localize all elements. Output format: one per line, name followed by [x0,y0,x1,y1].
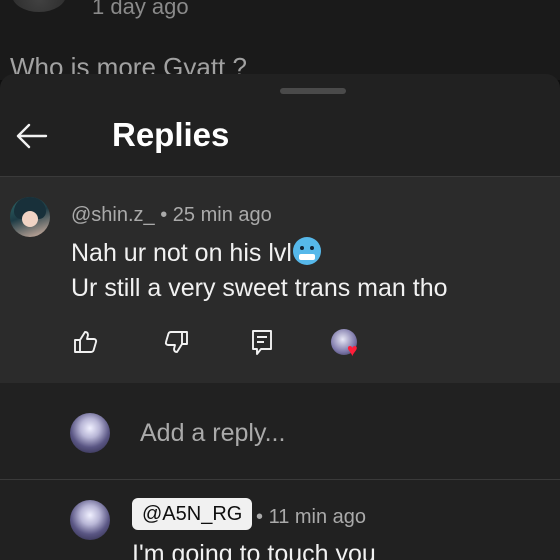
arrow-left-icon [16,123,48,149]
avatar [70,413,110,453]
reply-item: @A5N_RG • 11 min ago I'm going to touch … [0,480,560,560]
reply-comment-icon [252,330,272,355]
highlighted-comment: @shin.z_ • 25 min ago Nah ur not on his … [0,177,560,383]
replies-sheet: Replies @shin.z_ • 25 min ago Nah ur not… [0,74,560,560]
background-comment: 1 day ago Who is more Gyatt ? [0,0,560,80]
add-reply-row [0,383,560,483]
reply-button[interactable] [245,325,279,359]
add-reply-input[interactable] [138,418,542,449]
cold-face-emoji-icon [292,237,321,265]
page-title: Replies [112,116,230,153]
thumbs-down-icon [164,331,188,353]
comment-text-line-2: Ur still a very sweet trans man tho [71,274,448,302]
heart-icon: ♥ [347,340,358,360]
avatar [12,0,66,12]
reply-text: I'm going to touch you [132,540,376,560]
like-button[interactable] [68,325,102,359]
comment-text-line-1: Nah ur not on his lvl [71,237,321,268]
comment-meta: @shin.z_ • 25 min ago [71,204,272,226]
reply-author-badge[interactable]: @A5N_RG [132,498,253,530]
thumbs-up-icon [74,331,98,353]
drag-handle[interactable] [280,88,346,94]
comment-time: 1 day ago [92,0,189,19]
comment-author[interactable]: @shin.z_ [71,204,155,226]
avatar[interactable] [10,197,50,237]
comment-actions: ♥ [0,325,560,365]
back-button[interactable] [10,114,54,158]
avatar[interactable] [70,500,110,540]
comment-time: 25 min ago [172,204,272,226]
creator-heart-icon: ♥ [331,329,365,361]
reply-time: • 11 min ago [256,506,367,528]
dislike-button[interactable] [160,325,194,359]
